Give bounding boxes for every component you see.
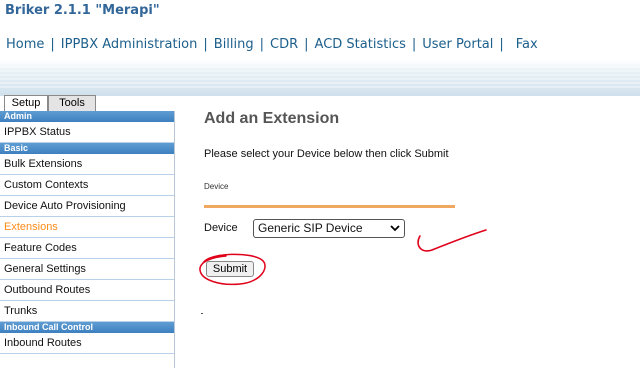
device-select-value: Generic SIP Device <box>258 221 363 235</box>
section-divider <box>204 205 455 208</box>
nav-billing[interactable]: Billing <box>214 37 254 52</box>
device-select[interactable]: Generic SIP Device <box>253 219 405 238</box>
submit-button[interactable]: Submit <box>206 261 254 277</box>
nav-acd-statistics[interactable]: ACD Statistics <box>315 37 406 52</box>
annotation-arrow-stroke <box>417 229 487 252</box>
sidebar-item-feature-codes[interactable]: Feature Codes <box>0 238 174 259</box>
nav-user-portal[interactable]: User Portal <box>422 37 493 52</box>
sidebar-item-trunks[interactable]: Trunks <box>0 301 174 322</box>
sidebar-item-inbound-routes[interactable]: Inbound Routes <box>0 333 174 354</box>
stray-mark <box>201 313 203 314</box>
chevron-down-icon <box>390 225 400 232</box>
sidebar-section-inbound-call-control: Inbound Call Control <box>0 322 174 333</box>
nav-separator: | <box>411 37 417 52</box>
sidebar: Admin IPPBX Status Basic Bulk Extensions… <box>0 111 175 368</box>
sidebar-item-device-auto-provisioning[interactable]: Device Auto Provisioning <box>0 196 174 217</box>
header-band-stripes <box>0 66 640 90</box>
nav-separator: | <box>499 37 504 52</box>
nav-home[interactable]: Home <box>6 37 44 52</box>
nav-separator: | <box>203 37 208 52</box>
instruction-text: Please select your Device below then cli… <box>204 148 449 160</box>
nav-ippbx-administration[interactable]: IPPBX Administration <box>61 37 198 52</box>
tab-setup[interactable]: Setup <box>4 95 48 111</box>
nav-separator: | <box>50 37 55 52</box>
device-field-label: Device <box>204 222 238 234</box>
sidebar-item-general-settings[interactable]: General Settings <box>0 259 174 280</box>
sidebar-item-outbound-routes[interactable]: Outbound Routes <box>0 280 174 301</box>
sidebar-item-extensions[interactable]: Extensions <box>0 217 174 238</box>
tab-tools[interactable]: Tools <box>48 95 96 111</box>
nav-cdr[interactable]: CDR <box>270 37 298 52</box>
sidebar-section-basic: Basic <box>0 143 174 154</box>
device-section-label: Device <box>204 182 229 191</box>
sidebar-item-bulk-extensions[interactable]: Bulk Extensions <box>0 154 174 175</box>
nav-separator: | <box>304 37 309 52</box>
top-navigation: Home | IPPBX Administration | Billing | CDR | AC… <box>6 37 538 52</box>
app-title: Briker 2.1.1 "Merapi" <box>5 3 160 18</box>
sidebar-section-admin: Admin <box>0 111 174 122</box>
page-title: Add an Extension <box>204 110 340 127</box>
nav-separator: | <box>259 37 265 52</box>
nav-fax[interactable]: Fax <box>516 37 538 52</box>
sidebar-item-ippbx-status[interactable]: IPPBX Status <box>0 122 174 143</box>
sidebar-item-custom-contexts[interactable]: Custom Contexts <box>0 175 174 196</box>
